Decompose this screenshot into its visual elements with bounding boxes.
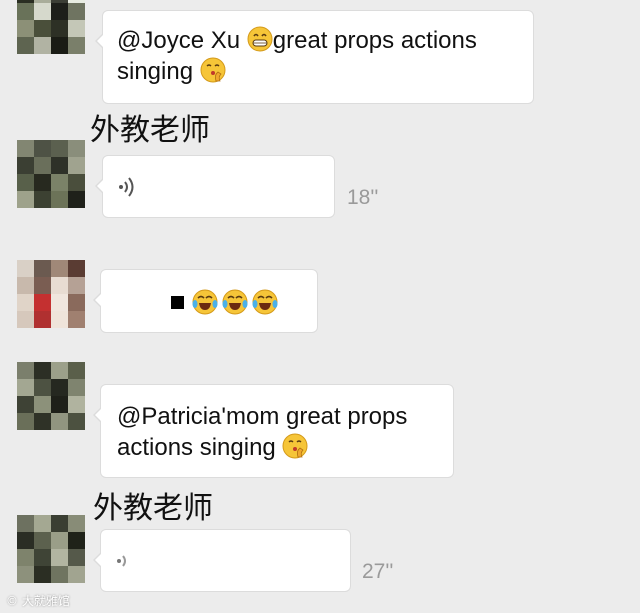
grinning-face-icon [247,26,273,52]
message-text: @Patricia'mom great props actions singin… [117,401,449,463]
tears-of-joy-face-icon [222,289,248,315]
avatar[interactable] [17,260,85,328]
voice-wave-icon [119,177,134,197]
voice-wave-icon [117,555,126,567]
watermark-text: 大就雅馆 [21,594,70,608]
voice-message-bubble[interactable] [93,529,351,592]
sender-name: 外教老师 [90,113,210,148]
emoji-row [171,288,278,316]
avatar[interactable] [17,362,85,430]
message-bubble[interactable]: @Joyce Xu great props actions singing [95,10,534,104]
message-text-line2: singing [117,58,200,85]
watermark: © 大就雅馆 [6,592,70,609]
voice-duration: 18'' [347,186,379,209]
sender-name: 外教老师 [93,491,213,526]
avatar[interactable] [17,515,85,583]
shushing-face-icon [282,433,308,459]
shushing-face-icon [200,57,226,83]
message-text: @Joyce Xu great props actions singing [117,25,529,87]
weibo-logo-icon: © [6,594,18,608]
black-square-icon [171,295,184,309]
message-bubble[interactable]: @Patricia'mom great props actions singin… [93,384,454,478]
message-bubble[interactable] [93,269,318,333]
message-text-line1: @Patricia'mom great props [117,403,408,430]
avatar[interactable] [17,0,85,54]
tears-of-joy-face-icon [252,289,278,315]
message-text-line2: actions singing [117,434,283,461]
mention-text: @Joyce Xu [117,27,247,54]
avatar[interactable] [17,140,85,208]
message-text-tail: great props actions [272,27,477,54]
voice-duration: 27'' [362,560,394,583]
tears-of-joy-face-icon [192,289,218,315]
voice-message-bubble[interactable] [95,155,335,218]
